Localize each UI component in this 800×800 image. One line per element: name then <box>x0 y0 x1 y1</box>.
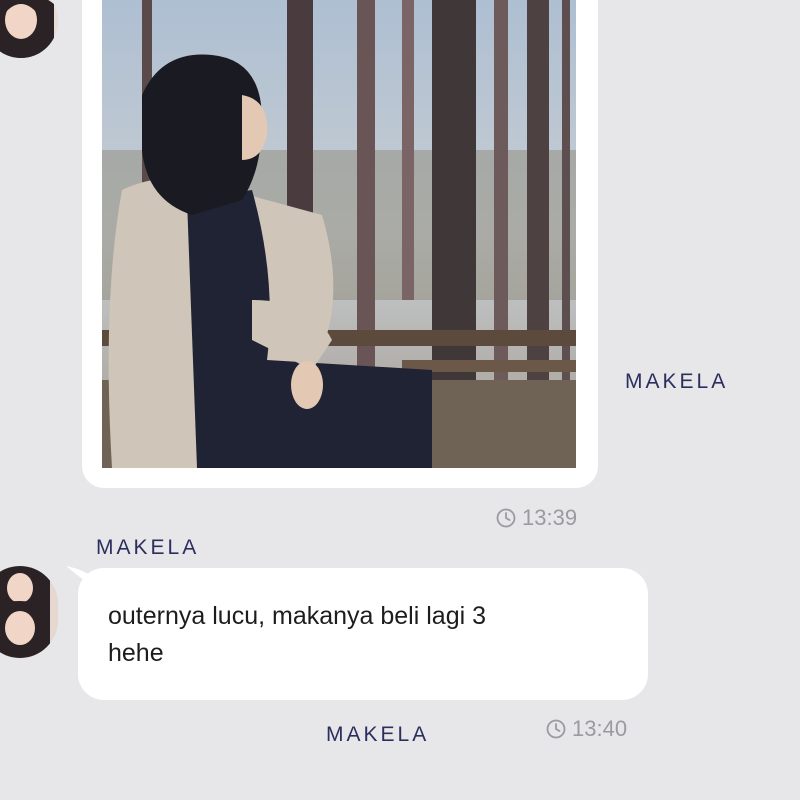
message-timestamp: 13:39 <box>496 505 577 531</box>
contact-avatar[interactable] <box>0 566 58 658</box>
forest-photo <box>102 0 576 468</box>
timestamp-text: 13:39 <box>522 505 578 530</box>
message-photo[interactable] <box>102 0 576 468</box>
clock-icon <box>496 508 516 528</box>
text-message-bubble[interactable]: outernya lucu, makanya beli lagi 3 hehe <box>78 568 648 700</box>
clock-icon <box>546 719 566 739</box>
message-text-line: hehe <box>108 639 164 667</box>
watermark-text: MAKELA <box>326 723 430 746</box>
avatar-image <box>0 0 58 58</box>
message-text-line: outernya lucu, makanya beli lagi 3 <box>108 602 487 630</box>
avatar-image <box>0 566 58 658</box>
watermark-text: MAKELA <box>96 536 200 559</box>
watermark-text: MAKELA <box>625 370 729 393</box>
contact-avatar[interactable] <box>0 0 58 58</box>
message-timestamp: 13:40 <box>546 716 627 742</box>
timestamp-text: 13:40 <box>572 716 628 741</box>
